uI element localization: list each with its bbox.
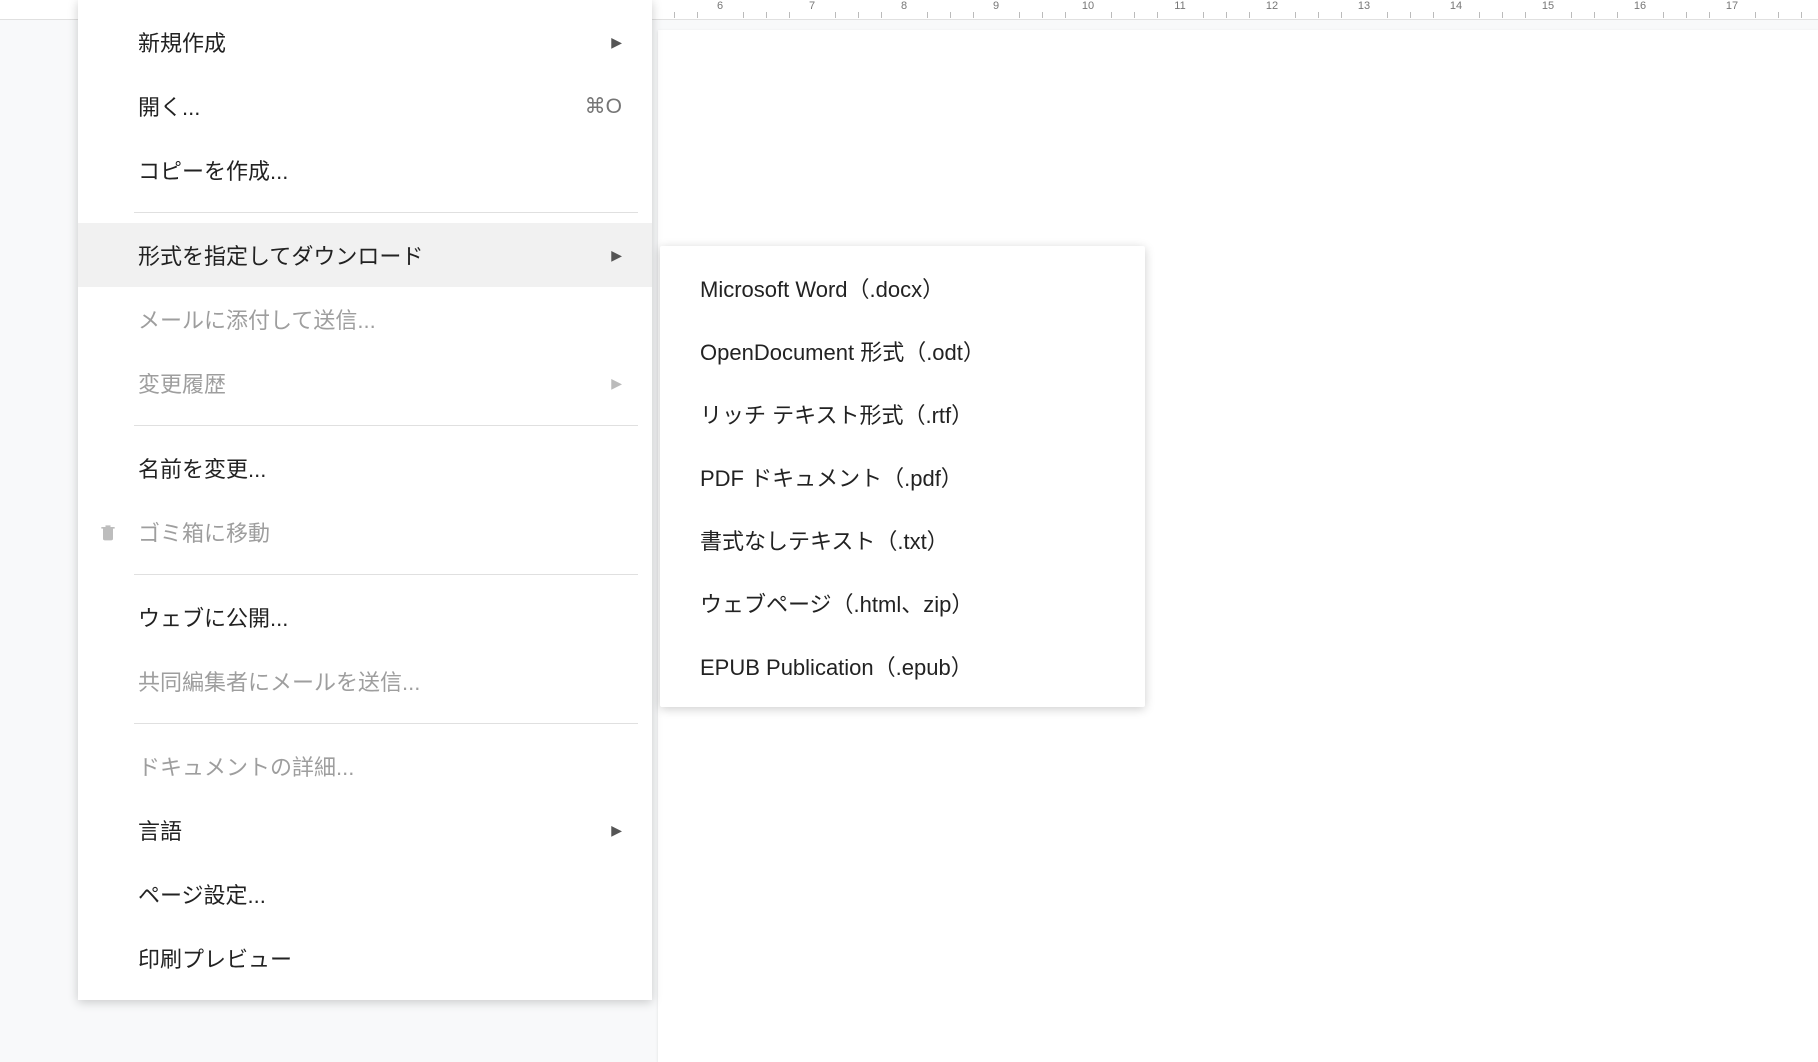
ruler-number: 9 bbox=[993, 0, 999, 12]
menu-separator bbox=[134, 574, 638, 575]
submenu-item-label: リッチ テキスト形式（.rtf） bbox=[700, 398, 973, 430]
ruler-number: 14 bbox=[1450, 0, 1462, 12]
menu-item-label: メールに添付して送信... bbox=[138, 303, 622, 335]
menu-print-preview[interactable]: 印刷プレビュー bbox=[78, 926, 652, 990]
menu-item-label: 共同編集者にメールを送信... bbox=[138, 665, 622, 697]
menu-separator bbox=[134, 723, 638, 724]
menu-item-label: ページ設定... bbox=[138, 878, 622, 910]
file-menu: 新規作成▶開く...⌘Oコピーを作成...形式を指定してダウンロード▶メールに添… bbox=[78, 0, 652, 1000]
ruler-number: 16 bbox=[1634, 0, 1646, 12]
menu-page-setup[interactable]: ページ設定... bbox=[78, 862, 652, 926]
ruler-number: 12 bbox=[1266, 0, 1278, 12]
download-as-submenu: Microsoft Word（.docx） OpenDocument 形式（.od… bbox=[660, 246, 1145, 707]
menu-new[interactable]: 新規作成▶ bbox=[78, 10, 652, 74]
submenu-rtf[interactable]: リッチ テキスト形式（.rtf） bbox=[660, 382, 1145, 445]
ruler-number: 11 bbox=[1174, 0, 1185, 12]
menu-shortcut: ⌘O bbox=[585, 94, 622, 119]
menu-rename[interactable]: 名前を変更... bbox=[78, 436, 652, 500]
menu-version-history: 変更履歴▶ bbox=[78, 351, 652, 415]
menu-separator bbox=[134, 425, 638, 426]
menu-item-label: 変更履歴 bbox=[138, 367, 611, 399]
menu-item-label: ドキュメントの詳細... bbox=[138, 750, 622, 782]
chevron-right-icon: ▶ bbox=[611, 34, 622, 51]
chevron-right-icon: ▶ bbox=[611, 822, 622, 839]
submenu-odt[interactable]: OpenDocument 形式（.odt） bbox=[660, 319, 1145, 382]
submenu-epub[interactable]: EPUB Publication（.epub） bbox=[660, 634, 1145, 697]
menu-publish-web[interactable]: ウェブに公開... bbox=[78, 585, 652, 649]
submenu-txt[interactable]: 書式なしテキスト（.txt） bbox=[660, 508, 1145, 571]
chevron-right-icon: ▶ bbox=[611, 247, 622, 264]
menu-item-label: 言語 bbox=[138, 814, 611, 846]
menu-separator bbox=[134, 212, 638, 213]
menu-document-details: ドキュメントの詳細... bbox=[78, 734, 652, 798]
submenu-docx[interactable]: Microsoft Word（.docx） bbox=[660, 256, 1145, 319]
ruler-number: 10 bbox=[1082, 0, 1094, 12]
menu-item-label: ゴミ箱に移動 bbox=[138, 516, 622, 548]
submenu-item-label: PDF ドキュメント（.pdf） bbox=[700, 461, 963, 493]
menu-download-as[interactable]: 形式を指定してダウンロード▶ bbox=[78, 223, 652, 287]
trash-icon bbox=[96, 520, 120, 544]
chevron-right-icon: ▶ bbox=[611, 375, 622, 392]
menu-language[interactable]: 言語▶ bbox=[78, 798, 652, 862]
menu-email-attachment: メールに添付して送信... bbox=[78, 287, 652, 351]
menu-make-copy[interactable]: コピーを作成... bbox=[78, 138, 652, 202]
menu-item-label: ウェブに公開... bbox=[138, 601, 622, 633]
submenu-item-label: OpenDocument 形式（.odt） bbox=[700, 335, 985, 367]
ruler-number: 15 bbox=[1542, 0, 1554, 12]
submenu-item-label: ウェブページ（.html、zip） bbox=[700, 587, 973, 619]
menu-item-label: 名前を変更... bbox=[138, 452, 622, 484]
menu-email-collaborators: 共同編集者にメールを送信... bbox=[78, 649, 652, 713]
menu-item-label: コピーを作成... bbox=[138, 154, 622, 186]
ruler-number: 13 bbox=[1358, 0, 1370, 12]
ruler-number: 7 bbox=[809, 0, 815, 12]
submenu-pdf[interactable]: PDF ドキュメント（.pdf） bbox=[660, 445, 1145, 508]
submenu-html[interactable]: ウェブページ（.html、zip） bbox=[660, 571, 1145, 634]
submenu-item-label: EPUB Publication（.epub） bbox=[700, 650, 973, 682]
menu-move-trash: ゴミ箱に移動 bbox=[78, 500, 652, 564]
submenu-item-label: 書式なしテキスト（.txt） bbox=[700, 524, 949, 556]
menu-item-label: 新規作成 bbox=[138, 26, 611, 58]
menu-item-label: 形式を指定してダウンロード bbox=[138, 239, 611, 271]
menu-item-label: 開く... bbox=[138, 90, 585, 122]
menu-item-label: 印刷プレビュー bbox=[138, 942, 622, 974]
menu-open[interactable]: 開く...⌘O bbox=[78, 74, 652, 138]
submenu-item-label: Microsoft Word（.docx） bbox=[700, 272, 944, 304]
ruler-number: 17 bbox=[1726, 0, 1738, 12]
ruler-number: 6 bbox=[717, 0, 723, 12]
ruler-number: 8 bbox=[901, 0, 907, 12]
